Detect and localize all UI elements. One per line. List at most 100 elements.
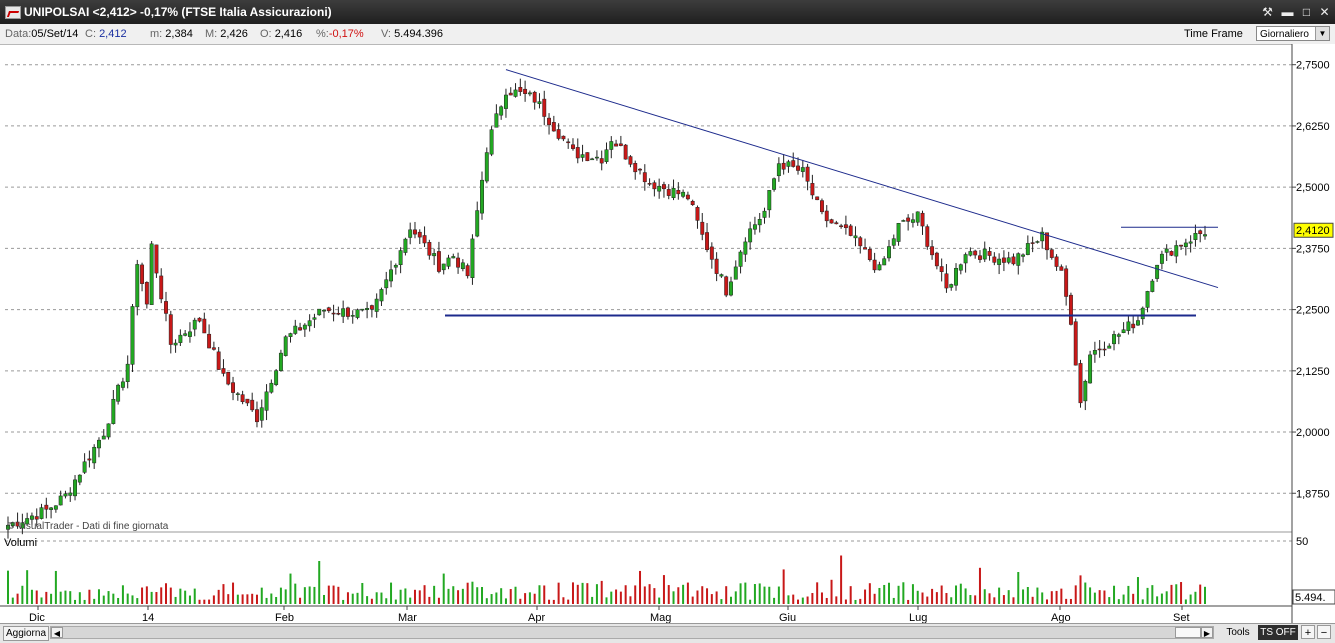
volume-bar [543, 585, 546, 604]
candle-body [527, 92, 532, 95]
chart-area[interactable]: 2,7500 2,6250 2,5000 2,3750 2,2500 2,1250 2,00… [0, 44, 1335, 623]
candle-body [1116, 334, 1121, 337]
candle-body [877, 264, 882, 271]
volume-bar [533, 593, 536, 604]
volume-label: Volumi [4, 537, 37, 549]
volume-bar [442, 573, 445, 604]
candle-body [278, 352, 283, 371]
volume-bar [437, 597, 440, 604]
volume-bar [203, 599, 206, 604]
volume-bar [457, 590, 460, 604]
volume-bar [45, 591, 48, 604]
volume-bar [500, 588, 503, 604]
candle-body [317, 308, 322, 316]
candle-body [211, 347, 216, 350]
candle-body [949, 284, 954, 288]
candle-body [1136, 320, 1140, 326]
volume-bar [1194, 591, 1197, 604]
candle-body [475, 210, 480, 237]
volume-bar [74, 599, 77, 604]
volume-bar [136, 598, 139, 604]
volume-bar [1041, 592, 1044, 604]
candle-body [403, 238, 408, 253]
candle-body [360, 308, 365, 311]
candle-body [63, 493, 68, 497]
volume-bar [753, 584, 756, 604]
candle-body [365, 308, 370, 310]
candle-body [1049, 249, 1054, 258]
volume-bar [643, 586, 646, 604]
candle-body [987, 251, 992, 256]
candle-body [202, 318, 207, 334]
volume-bar [1175, 584, 1178, 604]
volume-bar [279, 587, 282, 604]
volume-bar [768, 586, 771, 604]
close-readout: C: 2,412 [85, 28, 127, 40]
candle-body [140, 264, 145, 284]
ts-off-button[interactable]: TS OFF [1258, 625, 1298, 640]
horizontal-scrollbar[interactable]: ◀ ▶ [50, 626, 1214, 639]
volume-bar [471, 581, 474, 604]
quote-info-bar: Data:05/Set/14 C: 2,412 m: 2,384 M: 2,42… [0, 24, 1335, 45]
volume-bar [859, 598, 862, 604]
candle-body [642, 172, 647, 183]
tools-icon[interactable]: ⚒ [1259, 4, 1276, 20]
minimize-icon[interactable]: ▬ [1279, 4, 1296, 20]
zoom-out-icon[interactable]: − [1317, 625, 1331, 639]
volume-bar [610, 591, 613, 604]
scroll-thumb[interactable] [1175, 627, 1201, 638]
price-tick-label: 2,1250 [1296, 366, 1330, 378]
volume-bar [993, 597, 996, 604]
volume-bar [1093, 592, 1096, 604]
volume-bar [447, 588, 450, 604]
volume-bar [121, 585, 124, 604]
volume-bar [1146, 587, 1149, 604]
downtrend-line [505, 69, 1219, 289]
maximize-icon[interactable]: □ [1298, 4, 1315, 20]
volume-bar [361, 582, 364, 604]
volume-bar [413, 589, 416, 604]
scroll-right-icon[interactable]: ▶ [1201, 627, 1213, 638]
volume-bar [102, 595, 105, 604]
volume-bar [54, 570, 57, 604]
candle-body [1102, 348, 1107, 351]
volume-bar [217, 589, 220, 604]
candle-body [413, 229, 417, 235]
volume-bar [998, 587, 1001, 604]
tools-button[interactable]: Tools [1220, 626, 1256, 639]
volume-bar [174, 596, 177, 604]
close-icon[interactable]: ✕ [1316, 4, 1333, 20]
candle-body [853, 235, 858, 239]
scroll-left-icon[interactable]: ◀ [51, 627, 63, 638]
zoom-in-icon[interactable]: + [1301, 625, 1315, 639]
candle-body [1126, 321, 1131, 331]
volume-bar [959, 583, 962, 604]
volume-bar [892, 597, 895, 604]
volume-bar [318, 560, 321, 604]
candle-body [901, 220, 906, 222]
dropdown-arrow-icon[interactable]: ▼ [1315, 27, 1329, 40]
candle-body [1068, 294, 1073, 325]
candle-body [1011, 256, 1016, 265]
time-frame-select[interactable]: Giornaliero ▼ [1256, 26, 1330, 41]
volume-bar [1165, 591, 1168, 604]
candle-body [44, 504, 49, 510]
candle-body [796, 165, 800, 171]
volume-bar [1007, 590, 1010, 604]
candle-body [757, 219, 762, 226]
candle-body [829, 219, 834, 224]
volume-bar [380, 592, 383, 604]
volume-bar [390, 582, 393, 604]
candle-body [618, 143, 623, 146]
candle-body [226, 372, 231, 385]
price-tick-label: 2,6250 [1296, 121, 1330, 133]
volume-bar [1089, 587, 1092, 604]
candle-body [820, 200, 824, 213]
volume-bar [366, 596, 369, 604]
candle-body [250, 399, 255, 411]
volume-bar [595, 584, 598, 604]
date-label: 14 [142, 612, 154, 623]
volume-bar [816, 582, 819, 604]
candle-body [690, 200, 695, 205]
refresh-button[interactable]: Aggiorna [3, 626, 49, 641]
